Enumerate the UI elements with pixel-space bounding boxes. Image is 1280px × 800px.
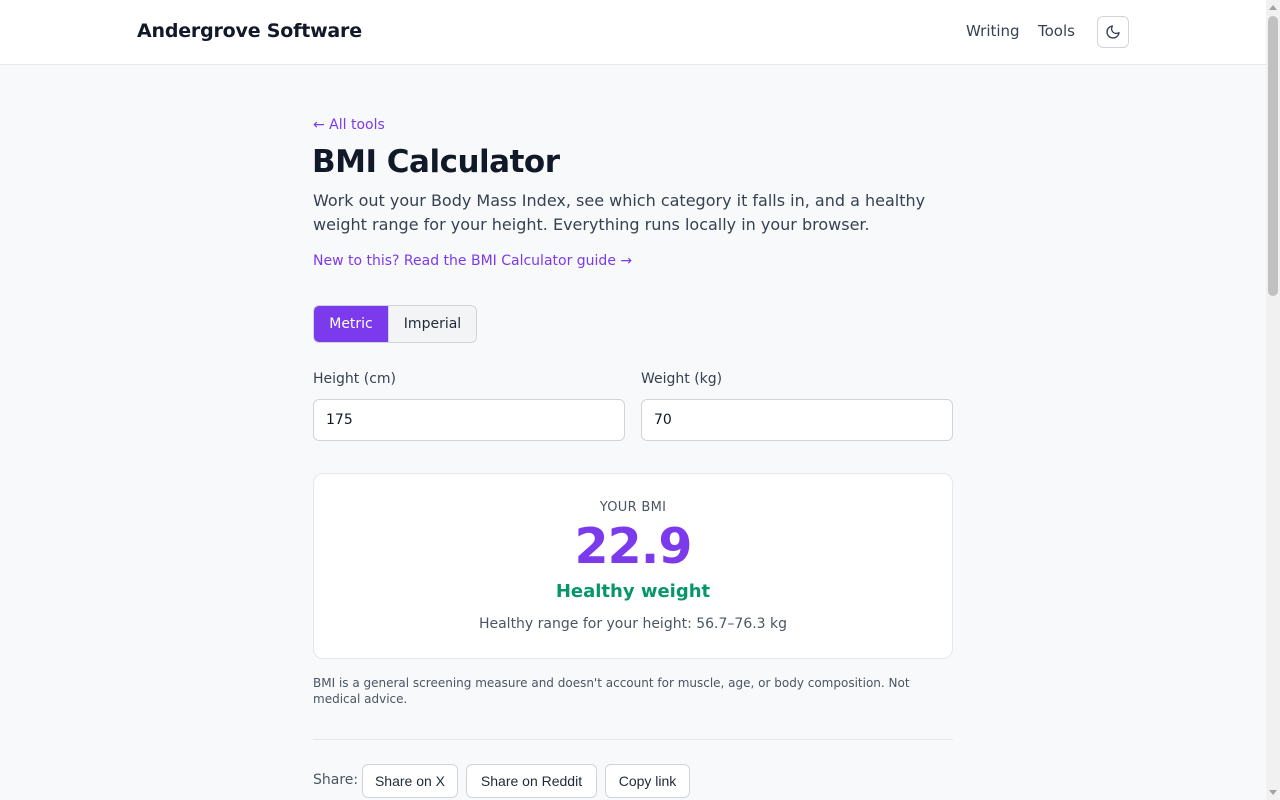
section-divider <box>313 739 953 740</box>
scrollbar-thumb[interactable] <box>1268 16 1278 296</box>
share-label: Share: <box>313 772 359 788</box>
brand-logo-text[interactable]: Andergrove Software <box>137 20 362 42</box>
healthy-range-text: Healthy range for your height: 56.7–76.3… <box>478 616 788 632</box>
back-to-tools-link[interactable]: ← All tools <box>313 117 385 133</box>
moon-icon <box>1106 25 1120 39</box>
imperial-unit-button[interactable]: Imperial <box>388 306 476 342</box>
height-label: Height (cm) <box>313 371 396 387</box>
page-description: Work out your Body Mass Index, see which… <box>313 191 926 234</box>
guide-link[interactable]: New to this? Read the BMI Calculator gui… <box>313 253 632 269</box>
metric-unit-button[interactable]: Metric <box>314 306 388 342</box>
page-scrollbar[interactable] <box>1266 0 1280 800</box>
share-on-x-button[interactable]: Share on X <box>362 764 458 798</box>
unit-toggle: Metric Imperial <box>313 305 477 343</box>
theme-toggle-button[interactable] <box>1097 16 1129 48</box>
weight-label: Weight (kg) <box>641 371 723 387</box>
copy-link-button[interactable]: Copy link <box>605 764 690 798</box>
height-input[interactable] <box>313 399 625 441</box>
result-label: YOUR BMI <box>599 500 667 515</box>
share-on-reddit-button[interactable]: Share on Reddit <box>466 764 597 798</box>
scroll-down-arrow-icon[interactable] <box>1269 790 1277 795</box>
nav-link-writing[interactable]: Writing <box>966 22 1020 40</box>
disclaimer-text: BMI is a general screening measure and d… <box>313 676 910 706</box>
bmi-result-card: YOUR BMI 22.9 Healthy weight Healthy ran… <box>313 473 953 659</box>
scroll-up-arrow-icon[interactable] <box>1269 5 1277 10</box>
weight-input[interactable] <box>641 399 953 441</box>
site-header: Andergrove Software Writing Tools <box>0 0 1266 65</box>
nav-link-tools[interactable]: Tools <box>1038 22 1075 40</box>
bmi-value: 22.9 <box>574 518 693 575</box>
page-title: BMI Calculator <box>312 144 560 180</box>
bmi-category: Healthy weight <box>555 581 711 602</box>
